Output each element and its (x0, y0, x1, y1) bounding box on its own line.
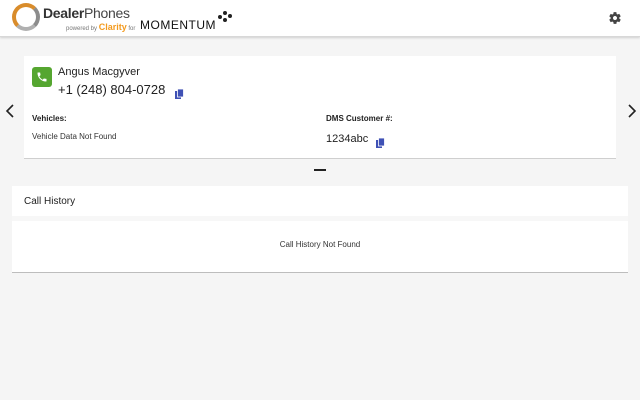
drag-handle[interactable] (314, 169, 326, 171)
for-text: for (128, 26, 136, 32)
copy-icon (175, 88, 184, 99)
momentum-dots-icon (218, 11, 232, 23)
call-history-title: Call History (24, 196, 76, 207)
call-history-panel: Call History Call History Not Found (12, 186, 628, 273)
previous-customer-button[interactable] (4, 103, 16, 119)
call-history-empty-message: Call History Not Found (279, 240, 361, 249)
dealer-phones-logo: DealerPhones powered by Clarity for MOME… (12, 3, 242, 33)
logo-ring-icon (12, 3, 40, 31)
next-customer-button[interactable] (626, 103, 638, 119)
powered-by-text: powered by (66, 26, 98, 32)
dms-customer-value: 1234abc (326, 133, 369, 145)
divider (12, 216, 628, 221)
brand-light: Phones (84, 5, 130, 21)
phone-icon (37, 72, 47, 82)
call-badge (32, 67, 52, 87)
copy-icon (376, 137, 385, 148)
app-header: DealerPhones powered by Clarity for MOME… (0, 0, 640, 37)
brand-bold: Dealer (43, 5, 85, 21)
gear-icon (609, 12, 621, 24)
chevron-right-icon (628, 104, 637, 118)
copy-dms-button[interactable] (376, 135, 385, 148)
customer-name: Angus Macgyver (58, 66, 140, 78)
logo-powered-by: powered by Clarity for (66, 22, 135, 32)
partner-name: Clarity (98, 22, 127, 32)
vehicles-value: Vehicle Data Not Found (32, 132, 117, 141)
dms-customer-label: DMS Customer #: (326, 114, 393, 123)
settings-button[interactable] (608, 11, 622, 25)
customer-phone: +1 (248) 804-0728 (58, 82, 166, 97)
logo-brand-text: DealerPhones (43, 5, 130, 21)
product-name: MOMENTUM (140, 18, 216, 32)
copy-phone-button[interactable] (175, 86, 184, 99)
customer-card: Angus Macgyver +1 (248) 804-0728 Vehicle… (24, 56, 616, 159)
vehicles-label: Vehicles: (32, 114, 67, 123)
chevron-left-icon (5, 104, 14, 118)
